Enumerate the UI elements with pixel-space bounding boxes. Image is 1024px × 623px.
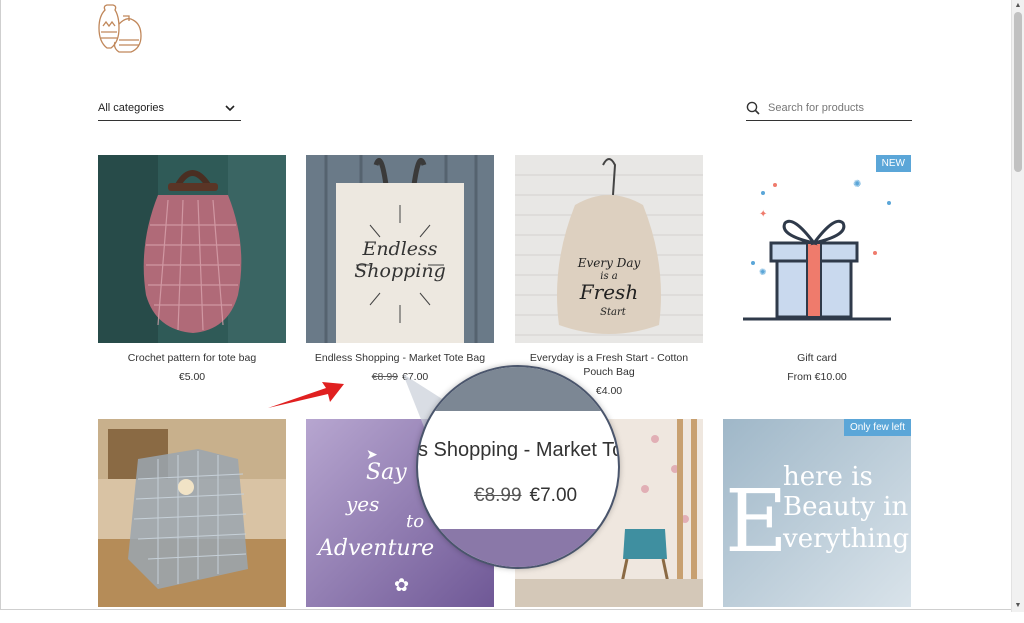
product-name[interactable]: Gift card	[723, 351, 911, 365]
scroll-down-icon[interactable]: ▼	[1012, 600, 1024, 612]
product-image[interactable]: ✦ ✺ ✺ NEW	[723, 155, 911, 343]
svg-text:✺: ✺	[853, 179, 861, 190]
product-image-text: Fresh	[579, 280, 638, 304]
scrollbar[interactable]: ▲ ▼	[1011, 0, 1024, 612]
product-image-text: verything	[782, 524, 909, 554]
new-badge: NEW	[875, 155, 911, 172]
product-card[interactable]: Every Day is a Fresh Start Everyday is a…	[515, 155, 703, 397]
magnified-product-name: s Shopping - Market To	[418, 439, 620, 461]
few-left-badge: Only few left	[843, 419, 911, 436]
product-image-text: yes	[345, 492, 379, 516]
product-image-text: Start	[600, 307, 627, 318]
product-image[interactable]: Endless Shopping	[306, 155, 494, 343]
product-image-text: Endless	[361, 238, 437, 260]
product-image-text: Adventure	[316, 536, 434, 561]
product-price: €5.00	[178, 371, 206, 383]
search-box[interactable]	[746, 96, 912, 121]
search-icon[interactable]	[746, 101, 760, 115]
scroll-up-icon[interactable]: ▲	[1012, 0, 1024, 12]
product-name[interactable]: Endless Shopping - Market Tote Bag	[306, 351, 494, 365]
product-image-text: Shopping	[354, 260, 446, 282]
product-image-text: here is	[783, 462, 873, 492]
category-select-label: All categories	[98, 102, 165, 114]
magnifier-image-strip	[418, 367, 618, 411]
svg-text:E: E	[725, 472, 788, 572]
product-name[interactable]: Crochet pattern for tote bag	[98, 351, 286, 365]
product-image[interactable]: Every Day is a Fresh Start	[515, 155, 703, 343]
product-price: From €10.00	[787, 371, 847, 383]
svg-text:➤: ➤	[366, 446, 378, 462]
magnified-price: €8.99 €7.00	[474, 485, 577, 507]
magnifier-image-strip	[418, 529, 618, 567]
product-image-text: Beauty in	[783, 492, 908, 522]
product-card[interactable]: Crochet pattern for tote bag €5.00	[98, 155, 286, 383]
zoom-magnifier: s Shopping - Market To €8.99 €7.00	[416, 365, 620, 569]
svg-text:✿: ✿	[394, 575, 409, 595]
scroll-thumb[interactable]	[1014, 12, 1022, 172]
red-arrow-icon	[268, 382, 344, 408]
search-input[interactable]	[766, 101, 910, 115]
magnified-current-price: €7.00	[529, 485, 578, 506]
magnified-old-price: €8.99	[474, 485, 522, 506]
svg-text:✦: ✦	[759, 209, 767, 220]
chevron-down-icon	[225, 104, 235, 111]
logo[interactable]	[97, 2, 143, 56]
product-image[interactable]	[98, 155, 286, 343]
product-image[interactable]: E here is Beauty in verything Only few l…	[723, 419, 911, 607]
product-card[interactable]	[98, 419, 286, 607]
category-select[interactable]: All categories	[98, 96, 241, 121]
product-image[interactable]	[98, 419, 286, 607]
product-image-text: Every Day	[577, 256, 641, 270]
product-card[interactable]: Endless Shopping Endless Shopping - Mark…	[306, 155, 494, 383]
svg-text:✺: ✺	[759, 267, 767, 277]
product-card[interactable]: ✦ ✺ ✺ NEW Gift card From €10.00	[723, 155, 911, 383]
product-card[interactable]: E here is Beauty in verything Only few l…	[723, 419, 911, 607]
page-frame: All categories Crochet pattern for tote …	[0, 0, 1014, 610]
